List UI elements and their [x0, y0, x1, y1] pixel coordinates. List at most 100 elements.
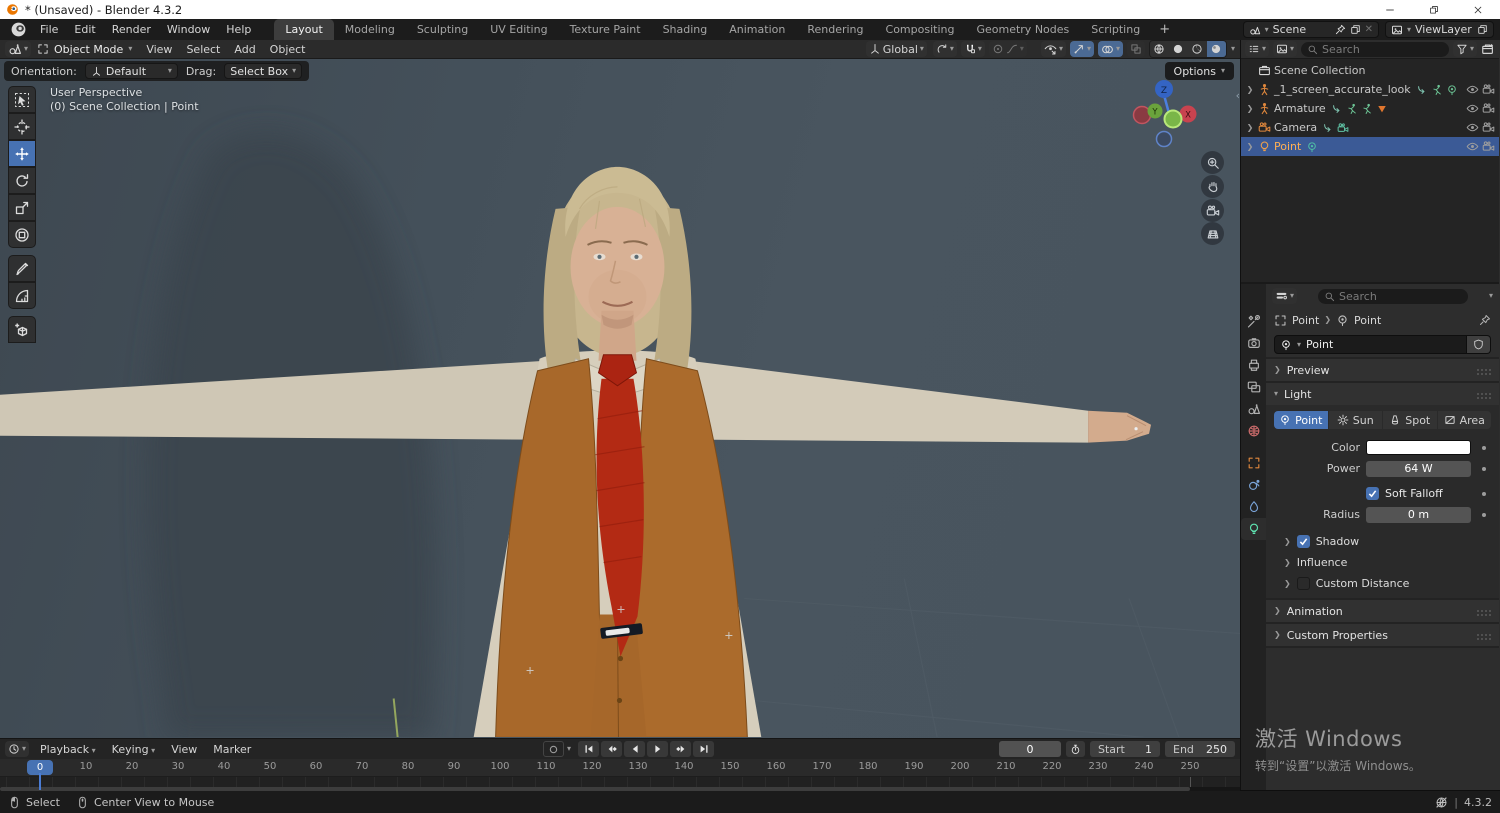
panel-animation[interactable]: ❯ Animation — [1266, 598, 1499, 622]
properties-tab-view-layer[interactable] — [1241, 376, 1266, 398]
hide-in-viewport-icon[interactable] — [1466, 121, 1479, 134]
viewport-menu-view[interactable]: View — [140, 42, 178, 57]
tool-add-cube[interactable] — [8, 316, 36, 343]
delete-scene-icon[interactable]: ✕ — [1365, 24, 1373, 35]
panel-preview[interactable]: ❯ Preview — [1266, 357, 1499, 381]
workspace-tab-modeling[interactable]: Modeling — [334, 19, 406, 40]
light-radius-field[interactable]: 0 m — [1366, 506, 1471, 523]
disable-in-renders-icon[interactable] — [1482, 140, 1495, 153]
prev-keyframe-button[interactable] — [601, 741, 623, 757]
editor-type-button[interactable]: ▾ — [5, 41, 32, 57]
workspace-tab-uv-editing[interactable]: UV Editing — [479, 19, 558, 40]
navigation-gizmo[interactable]: Z Y X — [1120, 73, 1212, 165]
soft-falloff-checkbox[interactable] — [1366, 487, 1379, 500]
timeline-editor-type-button[interactable]: ▾ — [5, 741, 30, 757]
snap-toggle[interactable]: ▾ — [960, 41, 985, 57]
tool-transform[interactable] — [8, 221, 36, 248]
tool-cursor[interactable] — [8, 113, 36, 140]
outliner-filter-id-type[interactable]: ▾ — [1273, 41, 1298, 57]
influence-subpanel[interactable]: ❯ Influence — [1274, 552, 1491, 573]
shadow-subpanel[interactable]: ❯ Shadow — [1274, 531, 1491, 552]
viewlayer-selector[interactable]: ▾ ViewLayer — [1384, 21, 1494, 38]
disable-in-renders-icon[interactable] — [1482, 83, 1495, 96]
window-minimize-button[interactable] — [1368, 0, 1412, 19]
window-restore-button[interactable] — [1412, 0, 1456, 19]
viewport-menu-add[interactable]: Add — [228, 42, 261, 57]
custom-distance-checkbox[interactable] — [1296, 577, 1310, 590]
workspace-tab-sculpting[interactable]: Sculpting — [406, 19, 479, 40]
mode-selector[interactable]: Object Mode ▾ — [37, 43, 132, 56]
breadcrumb-object[interactable]: Point — [1292, 314, 1319, 327]
gizmo-neg-z-axis[interactable] — [1155, 130, 1173, 148]
drag-dropdown[interactable]: Select Box ▾ — [224, 63, 303, 79]
timeline-menu-keying[interactable]: Keying ▾ — [105, 741, 163, 758]
timeline-menu-playback[interactable]: Playback ▾ — [33, 741, 103, 758]
animate-falloff-dot[interactable] — [1477, 491, 1491, 496]
disable-in-renders-icon[interactable] — [1482, 102, 1495, 115]
timeline-ruler[interactable]: 0 10 20 30 40 50 60 70 80 90 100 110 120 130 140 150 16… — [0, 759, 1240, 777]
properties-tab-world[interactable] — [1241, 420, 1266, 442]
play-reverse-button[interactable] — [624, 741, 646, 757]
hide-in-viewport-icon[interactable] — [1466, 102, 1479, 115]
outliner-row--1-screen-accurate-look[interactable]: ❯ _1_screen_accurate_look — [1241, 80, 1499, 99]
use-preview-range-toggle[interactable] — [1066, 741, 1085, 757]
light-type-spot[interactable]: Spot — [1383, 411, 1437, 429]
properties-tab-output[interactable] — [1241, 354, 1266, 376]
network-offline-icon[interactable] — [1435, 796, 1448, 809]
window-close-button[interactable] — [1456, 0, 1500, 19]
new-collection-button[interactable] — [1481, 42, 1495, 56]
transform-orientation-selector[interactable]: Global ▾ — [865, 41, 927, 57]
timeline-scrollbar[interactable] — [0, 787, 1240, 791]
panel-custom-properties[interactable]: ❯ Custom Properties — [1266, 622, 1499, 648]
shading-solid-button[interactable] — [1168, 41, 1188, 57]
new-viewlayer-icon[interactable] — [1477, 24, 1488, 35]
pin-id-icon[interactable] — [1479, 314, 1491, 326]
pin-icon[interactable] — [1335, 24, 1346, 35]
ortho-toggle-button[interactable] — [1201, 222, 1224, 245]
transform-pivot-selector[interactable]: ▾ — [932, 41, 957, 57]
breadcrumb-data[interactable]: Point — [1354, 314, 1381, 327]
properties-tab-object-data[interactable] — [1241, 518, 1266, 540]
fake-user-button[interactable] — [1467, 335, 1491, 354]
shading-dropdown[interactable]: ▾ — [1231, 45, 1235, 53]
gizmo-neg-y-axis[interactable] — [1163, 109, 1183, 129]
workspace-tab-geometry-nodes[interactable]: Geometry Nodes — [965, 19, 1080, 40]
tool-measure[interactable] — [8, 282, 36, 309]
start-frame-field[interactable]: Start 1 — [1090, 741, 1160, 757]
animate-power-dot[interactable] — [1477, 466, 1491, 471]
light-power-field[interactable]: 64 W — [1366, 460, 1471, 477]
viewport-3d[interactable]: Orientation: Default ▾ Drag: Select Box … — [0, 59, 1240, 738]
orientation-dropdown[interactable]: Default ▾ — [84, 63, 178, 79]
outliner-filter-button[interactable]: ▾ — [1452, 41, 1477, 57]
shadow-checkbox[interactable] — [1296, 535, 1310, 548]
expand-icon[interactable]: ❯ — [1245, 123, 1255, 132]
light-type-area[interactable]: Area — [1437, 411, 1491, 429]
hide-in-viewport-icon[interactable] — [1466, 140, 1479, 153]
animate-radius-dot[interactable] — [1477, 512, 1491, 517]
zoom-button[interactable] — [1201, 151, 1224, 174]
shading-wireframe-button[interactable] — [1149, 41, 1169, 57]
camera-view-button[interactable] — [1201, 199, 1224, 222]
region-pull-tab[interactable]: ‹ — [1236, 89, 1240, 102]
properties-search[interactable]: Search — [1318, 288, 1468, 304]
properties-tab-object[interactable] — [1241, 452, 1266, 474]
disable-in-renders-icon[interactable] — [1482, 121, 1495, 134]
workspace-tab-compositing[interactable]: Compositing — [875, 19, 966, 40]
properties-editor-type-button[interactable]: ▾ — [1272, 288, 1298, 304]
outliner-row-camera[interactable]: ❯ Camera — [1241, 118, 1499, 137]
workspace-tab-layout[interactable]: Layout — [274, 19, 334, 40]
next-keyframe-button[interactable] — [670, 741, 692, 757]
menu-edit[interactable]: Edit — [67, 21, 102, 38]
app-menu-blender-icon[interactable] — [10, 21, 27, 38]
tool-select-box[interactable] — [8, 86, 36, 113]
animate-color-dot[interactable] — [1477, 445, 1491, 450]
auto-keying-toggle[interactable] — [543, 741, 564, 757]
timeline-menu-marker[interactable]: Marker — [206, 741, 258, 758]
outliner-row-scene-collection[interactable]: Scene Collection — [1241, 61, 1499, 80]
panel-light[interactable]: ▾ Light Point Sun Spot Area Color Power 64 W — [1266, 381, 1499, 598]
shading-rendered-button[interactable] — [1206, 41, 1226, 57]
menu-window[interactable]: Window — [160, 21, 217, 38]
light-type-point[interactable]: Point — [1274, 411, 1328, 429]
properties-tab-physics[interactable] — [1241, 474, 1266, 496]
end-frame-field[interactable]: End 250 — [1165, 741, 1235, 757]
